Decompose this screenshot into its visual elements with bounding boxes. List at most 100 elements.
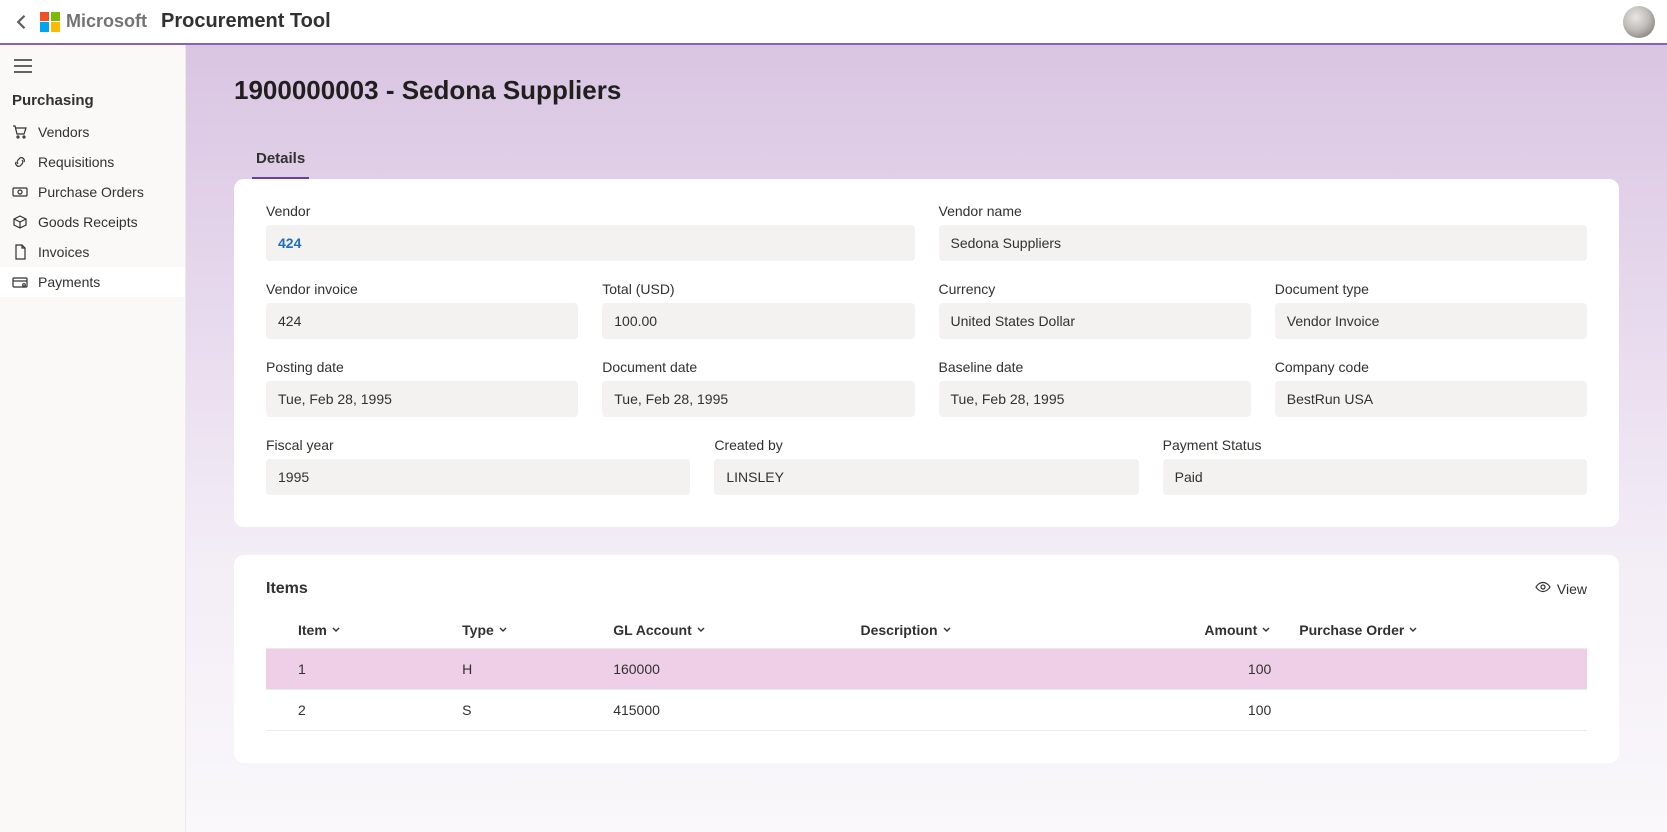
field-label: Document date <box>602 359 914 375</box>
sidebar-item-label: Requisitions <box>38 154 114 170</box>
sidebar-item-invoices[interactable]: Invoices <box>0 237 185 267</box>
field-value: LINSLEY <box>714 459 1138 495</box>
items-table: Item Type GL Account Description Amount … <box>266 612 1587 731</box>
field-value: Sedona Suppliers <box>939 225 1588 261</box>
field-label: Currency <box>939 281 1251 297</box>
top-bar: Microsoft Procurement Tool <box>0 0 1667 45</box>
items-title: Items <box>266 580 308 598</box>
cell-type: S <box>448 690 599 731</box>
cell-item: 2 <box>266 690 448 731</box>
col-item[interactable]: Item <box>266 612 448 649</box>
field-vendor-name: Vendor name Sedona Suppliers <box>939 203 1588 261</box>
chevron-down-icon <box>942 622 952 638</box>
sidebar-item-label: Invoices <box>38 244 89 260</box>
cell-gl-account: 160000 <box>599 649 846 690</box>
field-label: Vendor name <box>939 203 1588 219</box>
field-value: 424 <box>266 303 578 339</box>
microsoft-logo-icon <box>40 12 60 32</box>
user-avatar[interactable] <box>1623 6 1655 38</box>
items-card: Items View Item Type GL Account Descript… <box>234 555 1619 763</box>
main-content: 1900000003 - Sedona Suppliers Details Ve… <box>186 45 1667 832</box>
sidebar-item-requisitions[interactable]: Requisitions <box>0 147 185 177</box>
money-icon <box>12 184 28 200</box>
cell-type: H <box>448 649 599 690</box>
col-purchase-order[interactable]: Purchase Order <box>1285 612 1587 649</box>
chevron-down-icon <box>1261 622 1271 638</box>
field-currency: Currency United States Dollar <box>939 281 1251 339</box>
sidebar-item-payments[interactable]: Payments <box>0 267 185 297</box>
field-document-type: Document type Vendor Invoice <box>1275 281 1587 339</box>
vendor-link[interactable]: 424 <box>266 225 915 261</box>
sidebar: Purchasing Vendors Requisitions Purchase… <box>0 45 186 832</box>
field-value: Tue, Feb 28, 1995 <box>939 381 1251 417</box>
field-label: Company code <box>1275 359 1587 375</box>
field-value: 100.00 <box>602 303 914 339</box>
cell-description <box>847 690 1091 731</box>
view-button[interactable]: View <box>1535 579 1587 598</box>
field-label: Fiscal year <box>266 437 690 453</box>
microsoft-text: Microsoft <box>66 11 147 32</box>
field-document-date: Document date Tue, Feb 28, 1995 <box>602 359 914 417</box>
chevron-down-icon <box>498 622 508 638</box>
cell-gl-account: 415000 <box>599 690 846 731</box>
details-card: Vendor 424 Vendor name Sedona Suppliers … <box>234 179 1619 527</box>
card-icon <box>12 274 28 290</box>
field-value: Paid <box>1163 459 1587 495</box>
field-label: Created by <box>714 437 1138 453</box>
table-row[interactable]: 1 H 160000 100 <box>266 649 1587 690</box>
field-created-by: Created by LINSLEY <box>714 437 1138 495</box>
field-label: Payment Status <box>1163 437 1587 453</box>
tab-details[interactable]: Details <box>252 144 309 179</box>
chevron-down-icon <box>331 622 341 638</box>
field-company-code: Company code BestRun USA <box>1275 359 1587 417</box>
cart-icon <box>12 124 28 140</box>
field-posting-date: Posting date Tue, Feb 28, 1995 <box>266 359 578 417</box>
sidebar-item-label: Goods Receipts <box>38 214 138 230</box>
field-label: Vendor <box>266 203 915 219</box>
field-total-usd: Total (USD) 100.00 <box>602 281 914 339</box>
view-label: View <box>1557 581 1587 597</box>
col-description[interactable]: Description <box>847 612 1091 649</box>
chevron-down-icon <box>1408 622 1418 638</box>
sidebar-item-goods-receipts[interactable]: Goods Receipts <box>0 207 185 237</box>
link-icon <box>12 154 28 170</box>
field-fiscal-year: Fiscal year 1995 <box>266 437 690 495</box>
col-type[interactable]: Type <box>448 612 599 649</box>
cell-item: 1 <box>266 649 448 690</box>
field-value: BestRun USA <box>1275 381 1587 417</box>
sidebar-section-header: Purchasing <box>0 88 185 117</box>
field-label: Document type <box>1275 281 1587 297</box>
field-value: United States Dollar <box>939 303 1251 339</box>
field-value: Tue, Feb 28, 1995 <box>266 381 578 417</box>
field-value: 1995 <box>266 459 690 495</box>
tab-bar: Details <box>234 144 1619 179</box>
box-icon <box>12 214 28 230</box>
field-label: Vendor invoice <box>266 281 578 297</box>
back-button[interactable] <box>12 12 32 32</box>
field-value: Tue, Feb 28, 1995 <box>602 381 914 417</box>
document-icon <box>12 244 28 260</box>
field-label: Total (USD) <box>602 281 914 297</box>
table-row[interactable]: 2 S 415000 100 <box>266 690 1587 731</box>
sidebar-item-label: Payments <box>38 274 100 290</box>
sidebar-item-label: Purchase Orders <box>38 184 144 200</box>
cell-description <box>847 649 1091 690</box>
cell-purchase-order <box>1285 690 1587 731</box>
hamburger-button[interactable] <box>0 45 185 88</box>
field-label: Posting date <box>266 359 578 375</box>
cell-amount: 100 <box>1091 690 1286 731</box>
app-title: Procurement Tool <box>161 10 331 33</box>
col-gl-account[interactable]: GL Account <box>599 612 846 649</box>
field-value: Vendor Invoice <box>1275 303 1587 339</box>
sidebar-item-label: Vendors <box>38 124 89 140</box>
field-vendor-invoice: Vendor invoice 424 <box>266 281 578 339</box>
cell-amount: 100 <box>1091 649 1286 690</box>
col-amount[interactable]: Amount <box>1091 612 1286 649</box>
cell-purchase-order <box>1285 649 1587 690</box>
eye-icon <box>1535 579 1551 598</box>
chevron-down-icon <box>696 622 706 638</box>
page-title: 1900000003 - Sedona Suppliers <box>234 75 1619 106</box>
field-label: Baseline date <box>939 359 1251 375</box>
sidebar-item-vendors[interactable]: Vendors <box>0 117 185 147</box>
sidebar-item-purchase-orders[interactable]: Purchase Orders <box>0 177 185 207</box>
